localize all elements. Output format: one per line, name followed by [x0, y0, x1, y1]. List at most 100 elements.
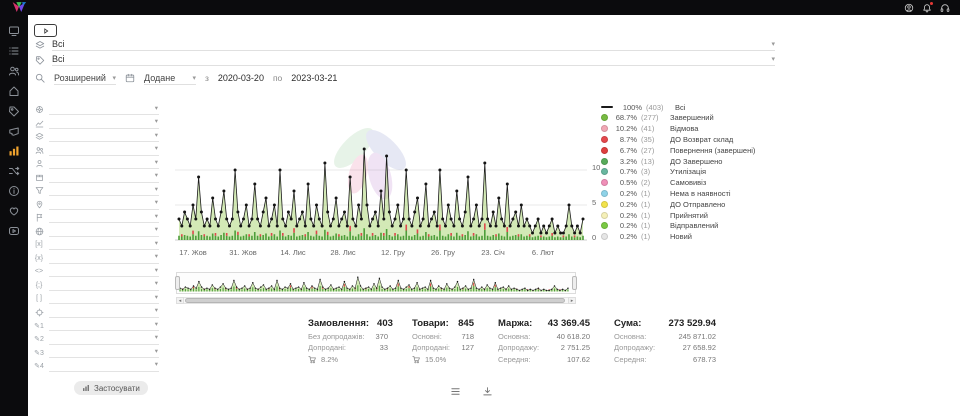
- navigator-handle-left[interactable]: [175, 276, 180, 290]
- nav-products-icon[interactable]: [7, 104, 21, 117]
- navigator-handle-right[interactable]: [572, 276, 577, 290]
- filter-select[interactable]: [49, 172, 159, 183]
- filter-select[interactable]: [49, 266, 159, 277]
- filter-select[interactable]: [49, 361, 159, 372]
- filter-row: [33, 118, 159, 129]
- legend-item[interactable]: 8.7%(35)ДО Возврат склад: [601, 135, 773, 143]
- nav-shop-icon[interactable]: [7, 84, 21, 97]
- filter-select[interactable]: [49, 293, 159, 304]
- legend-item[interactable]: 10.2%(41)Відмова: [601, 125, 773, 133]
- upsell-percent-value: 15.0%: [425, 355, 446, 364]
- filter-select[interactable]: [49, 280, 159, 291]
- legend-item[interactable]: 0.7%(3)Утилізація: [601, 168, 773, 176]
- legend-percent: 0.7%: [612, 167, 637, 176]
- nav-tutorials-icon[interactable]: [7, 224, 21, 237]
- stat-sub-value: 718: [461, 332, 474, 341]
- x-tick: 31. Жов: [229, 248, 257, 257]
- cart-icon: [412, 355, 421, 364]
- filter-select[interactable]: [49, 347, 159, 358]
- legend-item[interactable]: 0.2%(1)ДО Отправлено: [601, 200, 773, 208]
- legend-count: (277): [641, 113, 666, 122]
- text-icon: [х]: [33, 241, 45, 248]
- legend-item[interactable]: 3.2%(13)ДО Завершено: [601, 157, 773, 165]
- legend-item[interactable]: 0.2%(1)Нема в наявності: [601, 189, 773, 197]
- nav-clients-icon[interactable]: [7, 64, 21, 77]
- stat-sub-row: Середня:107.62: [498, 355, 590, 364]
- nav-orders-icon[interactable]: [7, 44, 21, 57]
- apply-button[interactable]: Застосувати: [74, 381, 148, 395]
- support-icon[interactable]: [940, 3, 950, 13]
- filter-select[interactable]: [49, 212, 159, 223]
- nav-integrations-icon[interactable]: [7, 164, 21, 177]
- filter-row: [ ]: [33, 293, 159, 304]
- calendar-icon[interactable]: [125, 73, 135, 83]
- filter-select[interactable]: [49, 158, 159, 169]
- search-icon[interactable]: [35, 73, 45, 83]
- notifications-icon[interactable]: [922, 3, 932, 13]
- text-icon: <>: [33, 268, 45, 275]
- export-icon[interactable]: [482, 386, 493, 397]
- filter-select[interactable]: [49, 145, 159, 156]
- filter-select[interactable]: [49, 239, 159, 250]
- tags-select[interactable]: Всі: [52, 53, 775, 66]
- filter-toolbar: Розширений Додане з 2020-03-20 по 2023-0…: [35, 71, 337, 85]
- context-menu-icon[interactable]: [450, 386, 461, 397]
- filter-row: [33, 145, 159, 156]
- stat-sub-label: Середня:: [614, 355, 646, 364]
- filter-select[interactable]: [49, 199, 159, 210]
- scrollbar-track[interactable]: [184, 297, 568, 304]
- crosshair-icon: [33, 308, 45, 317]
- orders-chart[interactable]: [175, 100, 587, 245]
- search-mode-select[interactable]: Розширений: [54, 72, 116, 85]
- filter-select[interactable]: [49, 253, 159, 264]
- legend-item[interactable]: 0.2%(1)Прийнятий: [601, 211, 773, 219]
- filter-select[interactable]: [49, 307, 159, 318]
- scrollbar-right-arrow[interactable]: ▸: [568, 297, 576, 304]
- nav-dashboard-icon[interactable]: [7, 24, 21, 37]
- date-from-input[interactable]: 2020-03-20: [218, 73, 264, 83]
- filter-row: ✎4: [33, 361, 159, 372]
- statuses-select[interactable]: Всі: [52, 38, 775, 51]
- legend-label: Самовивіз: [670, 178, 706, 187]
- filter-select[interactable]: [49, 320, 159, 331]
- legend-item[interactable]: 0.5%(2)Самовивіз: [601, 178, 773, 186]
- date-to-input[interactable]: 2023-03-21: [291, 73, 337, 83]
- nav-partners-icon[interactable]: [7, 204, 21, 217]
- topbar: [0, 0, 960, 15]
- filter-select[interactable]: [49, 185, 159, 196]
- filter-select[interactable]: [49, 104, 159, 115]
- legend-count: (3): [641, 167, 666, 176]
- legend-label: ДО Возврат склад: [670, 135, 733, 144]
- date-field-select[interactable]: Додане: [144, 72, 196, 85]
- legend-item[interactable]: 0.2%(1)Відправлений: [601, 222, 773, 230]
- legend-item[interactable]: 68.7%(277)Завершений: [601, 114, 773, 122]
- text-icon: ✎3: [33, 349, 45, 357]
- profile-icon[interactable]: [904, 3, 914, 13]
- demo-video-button[interactable]: [34, 24, 57, 37]
- search-mode-value: Розширений: [54, 73, 106, 83]
- legend-label: Відмова: [670, 124, 698, 133]
- nav-analytics-icon[interactable]: [7, 144, 21, 157]
- legend-item[interactable]: 0.2%(1)Новий: [601, 232, 773, 240]
- x-tick: 14. Лис: [280, 248, 305, 257]
- stat-title-value: 845: [458, 318, 474, 329]
- legend-item[interactable]: 100%(403)Всі: [601, 103, 773, 111]
- filter-select[interactable]: [49, 226, 159, 237]
- stat-sub-value: 245 871.02: [678, 332, 716, 341]
- stat-column: Сума:273 529.94Основна:245 871.02Допрода…: [614, 318, 716, 364]
- legend-label: Повернення (завершені): [670, 146, 755, 155]
- scrollbar-thumb[interactable]: [185, 298, 565, 303]
- legend-marker: [601, 147, 608, 154]
- filter-select[interactable]: [49, 131, 159, 142]
- nav-rail: [0, 15, 28, 416]
- scrollbar-left-arrow[interactable]: ◂: [176, 297, 184, 304]
- filter-select[interactable]: [49, 334, 159, 345]
- legend-label: ДО Завершено: [670, 157, 722, 166]
- chart-navigator[interactable]: [176, 272, 576, 294]
- nav-marketing-icon[interactable]: [7, 124, 21, 137]
- legend-item[interactable]: 6.7%(27)Повернення (завершені): [601, 146, 773, 154]
- filter-select[interactable]: [49, 118, 159, 129]
- legend-percent: 10.2%: [612, 124, 637, 133]
- app-logo[interactable]: [10, 1, 28, 14]
- nav-info-icon[interactable]: [7, 184, 21, 197]
